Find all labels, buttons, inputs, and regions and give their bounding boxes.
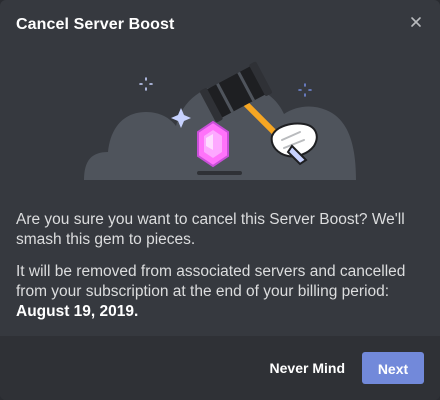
gem-icon [197,120,229,168]
body-paragraph-2: It will be removed from associated serve… [16,262,424,322]
body-paragraph-2-text: It will be removed from associated serve… [16,263,406,300]
cancel-boost-modal: Cancel Server Boost Are you sure you wan… [0,0,440,400]
sparkle-blue-icon [298,83,312,97]
billing-date: August 19, 2019. [16,303,139,320]
gem-hammer-illustration [0,40,440,190]
modal-body: Are you sure you want to cancel this Ser… [16,210,424,334]
close-icon [411,17,421,27]
close-button[interactable] [408,14,424,30]
sparkle-icon [139,77,153,91]
gem-shadow [197,171,242,175]
modal-footer: Never Mind Next [0,336,440,400]
body-paragraph-1: Are you sure you want to cancel this Ser… [16,211,405,248]
next-button[interactable]: Next [362,352,424,384]
modal-header: Cancel Server Boost [16,15,400,39]
modal-title: Cancel Server Boost [16,16,175,33]
never-mind-button[interactable]: Never Mind [270,352,345,384]
